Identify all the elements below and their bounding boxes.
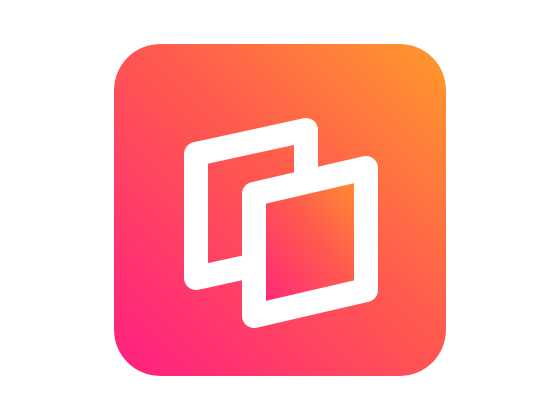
canvas [0, 0, 560, 420]
overlapping-squares-icon [184, 118, 378, 328]
front-square-shape [242, 156, 378, 328]
app-icon[interactable] [114, 44, 446, 376]
